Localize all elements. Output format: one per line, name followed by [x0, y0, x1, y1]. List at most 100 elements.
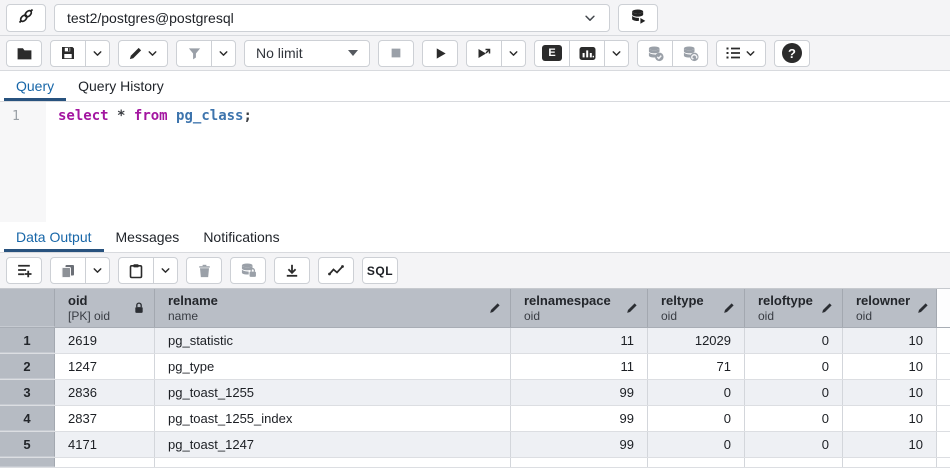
paste-button[interactable]	[118, 257, 154, 284]
edit-column-icon[interactable]	[910, 301, 930, 315]
macros-button[interactable]	[716, 40, 766, 67]
row-number[interactable]: 3	[0, 380, 55, 405]
sql-editor[interactable]: 1 select * from pg_class;	[0, 102, 950, 222]
table-cell[interactable]: 4171	[55, 432, 155, 457]
cancel-query-button[interactable]	[378, 40, 414, 67]
row-number[interactable]	[0, 458, 55, 467]
table-cell[interactable]: pg_toast_1255_index	[155, 406, 511, 431]
row-number[interactable]: 1	[0, 328, 55, 353]
row-number[interactable]: 5	[0, 432, 55, 457]
copy-button[interactable]	[50, 257, 86, 284]
delete-row-button[interactable]	[186, 257, 222, 284]
column-header-relowner[interactable]: relowneroid	[843, 289, 937, 327]
column-header-reloftype[interactable]: reloftypeoid	[745, 289, 843, 327]
table-cell[interactable]: 2619	[55, 328, 155, 353]
query-toolbar: No limit E?	[0, 36, 950, 71]
paste-icon	[128, 263, 144, 279]
table-cell[interactable]: 0	[745, 380, 843, 405]
table-cell[interactable]: 10	[843, 354, 937, 379]
explain-analyze-button[interactable]	[569, 40, 605, 67]
table-cell[interactable]: 10	[843, 406, 937, 431]
table-cell[interactable]: 0	[648, 432, 745, 457]
column-header-relname[interactable]: relnamename	[155, 289, 511, 327]
sql-code-line[interactable]: select * from pg_class;	[46, 102, 950, 222]
graph-visualiser-button[interactable]	[318, 257, 354, 284]
table-cell[interactable]	[511, 458, 648, 467]
paste-options-caret[interactable]	[153, 257, 178, 284]
tab-messages[interactable]: Messages	[104, 222, 192, 252]
table-cell[interactable]	[843, 458, 937, 467]
table-cell[interactable]: pg_toast_1255	[155, 380, 511, 405]
save-button[interactable]	[50, 40, 86, 67]
table-cell[interactable]: 0	[745, 354, 843, 379]
table-cell[interactable]	[745, 458, 843, 467]
explain-options-caret[interactable]	[604, 40, 629, 67]
row-limit-select[interactable]: No limit	[244, 40, 370, 67]
tab-query-history[interactable]: Query History	[66, 71, 176, 101]
new-connection-button[interactable]	[618, 4, 658, 32]
filter-button[interactable]	[176, 40, 212, 67]
connection-select[interactable]: test2/postgres@postgresql	[54, 4, 610, 32]
execute-to-cursor-button[interactable]	[466, 40, 502, 67]
edit-column-icon[interactable]	[814, 301, 834, 315]
help-button[interactable]: ?	[774, 40, 810, 67]
edit-button[interactable]	[118, 40, 168, 67]
edit-column-icon[interactable]	[716, 301, 736, 315]
edit-column-icon[interactable]	[619, 301, 639, 315]
download-results-button[interactable]	[274, 257, 310, 284]
table-cell[interactable]: 10	[843, 432, 937, 457]
table-cell[interactable]: pg_type	[155, 354, 511, 379]
caret-down-icon	[744, 47, 757, 60]
table-cell[interactable]: 11	[511, 328, 648, 353]
caret-down-icon	[507, 47, 520, 60]
explain-button[interactable]: E	[534, 40, 570, 67]
table-cell[interactable]: 0	[745, 406, 843, 431]
table-cell[interactable]: 2837	[55, 406, 155, 431]
commit-button[interactable]	[637, 40, 673, 67]
column-subtitle: oid	[758, 309, 813, 323]
table-cell[interactable]: 99	[511, 380, 648, 405]
tab-data-output[interactable]: Data Output	[4, 222, 104, 252]
table-cell[interactable]	[155, 458, 511, 467]
table-cell[interactable]: 0	[648, 380, 745, 405]
row-number[interactable]: 4	[0, 406, 55, 431]
table-cell[interactable]	[648, 458, 745, 467]
tab-notifications[interactable]: Notifications	[191, 222, 291, 252]
rollback-button[interactable]	[672, 40, 708, 67]
query-tool-button[interactable]	[6, 4, 46, 32]
save-data-changes-button[interactable]	[230, 257, 266, 284]
table-cell[interactable]: 10	[843, 380, 937, 405]
open-file-button[interactable]	[6, 40, 42, 67]
execute-options-caret[interactable]	[501, 40, 526, 67]
tab-query[interactable]: Query	[4, 71, 66, 101]
table-cell[interactable]: 11	[511, 354, 648, 379]
table-cell[interactable]: 10	[843, 328, 937, 353]
copy-options-caret[interactable]	[85, 257, 110, 284]
table-cell[interactable]: pg_toast_1247	[155, 432, 511, 457]
save-options-caret[interactable]	[85, 40, 110, 67]
column-title: relowner	[856, 293, 910, 309]
column-header-reltype[interactable]: reltypeoid	[648, 289, 745, 327]
column-header-relnamespace[interactable]: relnamespaceoid	[511, 289, 648, 327]
table-cell[interactable]: 0	[745, 328, 843, 353]
table-cell[interactable]: 1247	[55, 354, 155, 379]
pgadmin-query-tool: test2/postgres@postgresql No limit E? Que…	[0, 0, 950, 468]
table-cell[interactable]: 99	[511, 432, 648, 457]
table-cell[interactable]: 0	[648, 406, 745, 431]
filter-options-caret[interactable]	[211, 40, 236, 67]
table-cell[interactable]: 0	[745, 432, 843, 457]
table-cell[interactable]: 99	[511, 406, 648, 431]
row-number[interactable]: 2	[0, 354, 55, 379]
table-cell[interactable]: 12029	[648, 328, 745, 353]
execute-button[interactable]	[422, 40, 458, 67]
table-cell[interactable]: 2836	[55, 380, 155, 405]
add-row-button[interactable]	[6, 257, 42, 284]
edit-column-icon[interactable]	[482, 301, 502, 315]
table-cell[interactable]: 71	[648, 354, 745, 379]
show-sql-button[interactable]: SQL	[362, 257, 398, 284]
table-row: 32836pg_toast_1255990010	[0, 380, 950, 406]
table-cell[interactable]: pg_statistic	[155, 328, 511, 353]
column-header-oid[interactable]: oid[PK] oid	[55, 289, 155, 327]
table-cell[interactable]	[55, 458, 155, 467]
select-all-corner[interactable]	[0, 289, 55, 327]
